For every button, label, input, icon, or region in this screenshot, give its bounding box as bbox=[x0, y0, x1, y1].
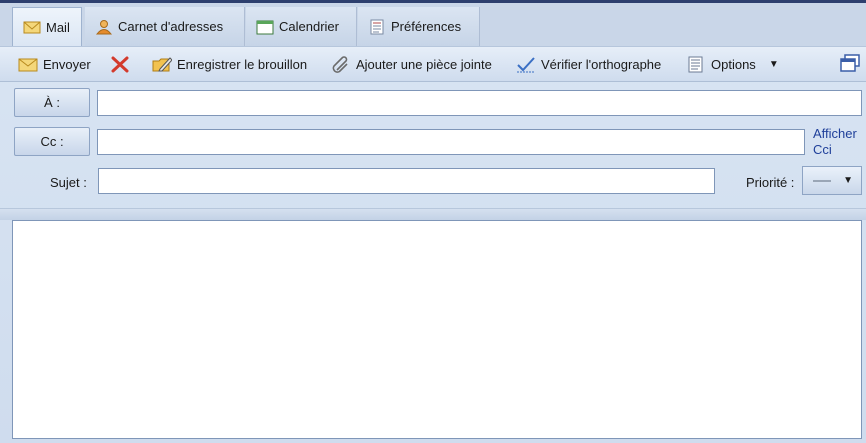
cc-button[interactable]: Cc : bbox=[14, 127, 90, 156]
to-input[interactable] bbox=[97, 90, 862, 116]
tab-preferences[interactable]: Préférences bbox=[358, 7, 480, 46]
compose-toolbar: Envoyer Enregistrer le brouillon Ajouter… bbox=[0, 46, 866, 82]
subject-label: Sujet : bbox=[50, 175, 87, 190]
header-body-divider bbox=[0, 208, 866, 220]
chevron-down-icon: ▼ bbox=[843, 175, 853, 186]
tab-address-book-label: Carnet d'adresses bbox=[118, 19, 224, 34]
send-button[interactable]: Envoyer bbox=[16, 52, 93, 77]
tab-bar: Mail Carnet d'adresses Calendrier Préfér… bbox=[0, 0, 866, 46]
save-draft-button[interactable]: Enregistrer le brouillon bbox=[150, 52, 309, 77]
envelope-icon bbox=[18, 56, 38, 73]
discard-button[interactable] bbox=[108, 52, 132, 77]
send-label: Envoyer bbox=[43, 57, 91, 72]
spellcheck-button[interactable]: Vérifier l'orthographe bbox=[514, 52, 663, 77]
spellcheck-label: Vérifier l'orthographe bbox=[541, 57, 662, 72]
message-body-editor[interactable] bbox=[12, 220, 862, 439]
subject-input[interactable] bbox=[98, 168, 715, 194]
contact-person-icon bbox=[95, 19, 113, 35]
tab-preferences-label: Préférences bbox=[391, 19, 462, 34]
options-dropdown[interactable]: Options ▼ bbox=[684, 52, 781, 77]
to-button[interactable]: À : bbox=[14, 88, 90, 117]
folder-pencil-icon bbox=[152, 56, 173, 73]
compose-window: Mail Carnet d'adresses Calendrier Préfér… bbox=[0, 0, 866, 443]
show-bcc-link-line[interactable]: Afficher bbox=[813, 126, 865, 142]
calendar-icon bbox=[256, 19, 274, 35]
envelope-icon bbox=[23, 19, 41, 35]
save-draft-label: Enregistrer le brouillon bbox=[177, 57, 308, 72]
priority-value bbox=[813, 179, 831, 182]
to-label: À : bbox=[44, 95, 60, 110]
options-list-icon bbox=[686, 56, 706, 73]
preferences-icon bbox=[368, 19, 386, 35]
priority-label: Priorité : bbox=[746, 175, 795, 190]
paperclip-icon bbox=[331, 56, 351, 73]
spellcheck-icon bbox=[516, 56, 536, 73]
tab-calendar-label: Calendrier bbox=[279, 19, 339, 34]
window-restore-icon[interactable] bbox=[839, 53, 861, 73]
priority-select[interactable]: ▼ bbox=[802, 166, 862, 195]
show-bcc-link[interactable]: Afficher Cci bbox=[813, 126, 865, 158]
show-bcc-link-line[interactable]: Cci bbox=[813, 142, 865, 158]
cc-input[interactable] bbox=[97, 129, 805, 155]
tab-mail[interactable]: Mail bbox=[12, 7, 82, 46]
cc-label: Cc : bbox=[40, 134, 64, 149]
tab-address-book[interactable]: Carnet d'adresses bbox=[85, 7, 245, 46]
attach-label: Ajouter une pièce jointe bbox=[356, 57, 492, 72]
tab-calendar[interactable]: Calendrier bbox=[246, 7, 357, 46]
tab-mail-label: Mail bbox=[46, 19, 70, 35]
attach-button[interactable]: Ajouter une pièce jointe bbox=[329, 52, 494, 77]
options-label: Options bbox=[711, 57, 756, 72]
chevron-down-icon: ▼ bbox=[768, 59, 779, 70]
red-x-icon bbox=[110, 56, 130, 73]
